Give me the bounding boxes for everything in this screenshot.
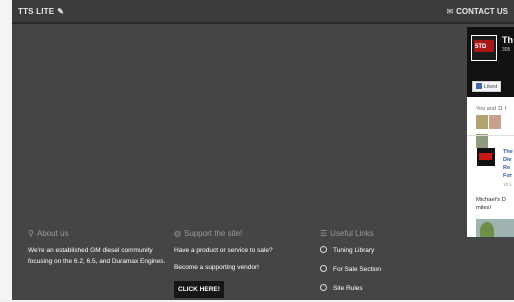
envelope-icon: ✉: [446, 7, 454, 16]
facebook-icon: [476, 83, 482, 89]
site-brand-link[interactable]: TTS LITE ✎: [18, 7, 64, 16]
facebook-post-image[interactable]: [476, 219, 514, 237]
facebook-page-widget: 5TD Th 305 Liked You and 11 f The Die Re…: [467, 27, 514, 237]
map-marker-icon: ⚲: [28, 229, 34, 238]
facebook-page-subtext: 305: [502, 47, 511, 53]
link-site-rules[interactable]: Site Rules: [320, 283, 450, 294]
about-us-column: ⚲ About us We're an established GM diesel…: [28, 228, 168, 273]
link-for-sale-section[interactable]: For Sale Section: [320, 264, 450, 275]
about-us-text: We're an established GM diesel community…: [28, 247, 166, 265]
link-tuning-library[interactable]: Tuning Library: [320, 245, 450, 256]
facebook-page-logo[interactable]: 5TD: [471, 35, 497, 61]
facebook-page-name[interactable]: Th: [502, 35, 513, 45]
contact-us-text: CONTACT US: [456, 7, 508, 16]
pencil-icon: ✎: [57, 7, 65, 16]
list-icon: ☰: [320, 229, 328, 238]
left-page-margin: [0, 0, 12, 300]
facebook-post-time: 10 s: [503, 182, 512, 187]
facebook-liked-button[interactable]: Liked: [472, 81, 502, 92]
support-vendor-text: Become a supporting vendor!: [174, 264, 259, 271]
facebook-post-text: Michael's D miles!: [476, 197, 506, 211]
circle-arrow-icon: [320, 284, 327, 291]
contact-us-link[interactable]: ✉ CONTACT US: [446, 7, 508, 16]
circle-arrow-icon: [320, 246, 327, 253]
support-heading: ◍ Support the site!: [174, 229, 243, 238]
facebook-friends-text: You and 11 f: [476, 106, 507, 112]
support-column: ◍ Support the site! Have a product or ser…: [174, 228, 304, 298]
useful-links-column: ☰ Useful Links Tuning Library For Sale Se…: [320, 228, 450, 302]
facebook-post-title[interactable]: The Die Re For: [503, 148, 514, 180]
friend-avatar[interactable]: [476, 115, 488, 129]
useful-links-heading: ☰ Useful Links: [320, 229, 374, 238]
globe-icon: ◍: [174, 229, 181, 238]
top-bar: TTS LITE ✎ ✉ CONTACT US: [12, 0, 514, 24]
friend-avatar[interactable]: [489, 115, 501, 129]
site-brand-text: TTS LITE: [18, 7, 55, 16]
friend-avatar[interactable]: [476, 134, 488, 148]
circle-arrow-icon: [320, 265, 327, 272]
click-here-button[interactable]: CLICK HERE!: [174, 281, 224, 298]
facebook-divider: [467, 135, 514, 136]
about-us-heading: ⚲ About us: [28, 229, 69, 238]
support-question: Have a product or service to sale?: [174, 247, 273, 254]
facebook-post-avatar[interactable]: [477, 148, 495, 166]
